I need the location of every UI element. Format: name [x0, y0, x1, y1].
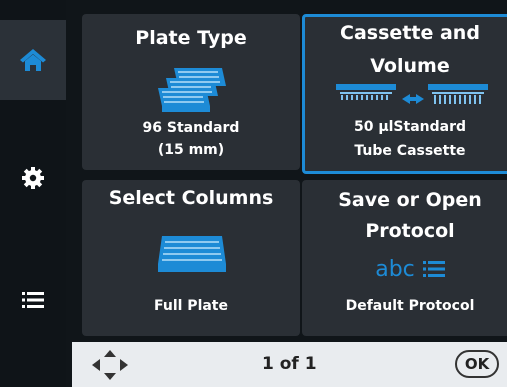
plate-type-height: (15 mm) [157, 142, 225, 158]
gear-icon [22, 167, 44, 189]
plate-type-tile[interactable]: Plate Type 96 Standard (15 mm) [82, 14, 300, 170]
settings-button[interactable] [0, 128, 66, 228]
cassette-volume-icon [336, 84, 488, 104]
select-columns-tile[interactable]: Select Columns Full Plate [82, 180, 300, 336]
main-panel: Plate Type 96 Standard (15 mm) Cassette … [72, 0, 507, 342]
cassette-volume-value: 50 µlStandard [353, 119, 467, 135]
nav-arrows-icon[interactable] [88, 347, 132, 383]
plate-type-value: 96 Standard [142, 120, 240, 136]
cassette-title-line1: Cassette and [340, 22, 480, 44]
ok-button[interactable]: OK [455, 350, 499, 378]
list-icon [22, 292, 44, 308]
protocol-tile[interactable]: Save or Open Protocol abc Default Protoc… [302, 180, 507, 336]
footer-bar: 1 of 1 OK [72, 342, 507, 387]
select-columns-title: Select Columns [108, 187, 274, 209]
protocol-value: Default Protocol [345, 298, 475, 314]
plate-type-title: Plate Type [135, 27, 247, 49]
list-icon [422, 261, 445, 277]
cassette-title-line2: Volume [370, 55, 450, 77]
home-icon [20, 49, 46, 71]
page-indicator: 1 of 1 [262, 354, 317, 374]
cassette-type-value: Tube Cassette [354, 143, 466, 159]
sidebar [0, 0, 66, 387]
plate-stack-icon [158, 68, 226, 112]
protocol-title-line2: Protocol [365, 220, 455, 242]
cassette-volume-tile[interactable]: Cassette and Volume 50 µlStandard Tube C… [302, 14, 507, 174]
plate-icon [158, 236, 226, 272]
home-button[interactable] [0, 20, 66, 100]
abc-list-icon: abc [302, 254, 507, 284]
select-columns-value: Full Plate [154, 298, 228, 314]
abc-label: abc [375, 256, 415, 282]
protocol-title-line1: Save or Open [338, 189, 482, 211]
list-button[interactable] [0, 250, 66, 350]
